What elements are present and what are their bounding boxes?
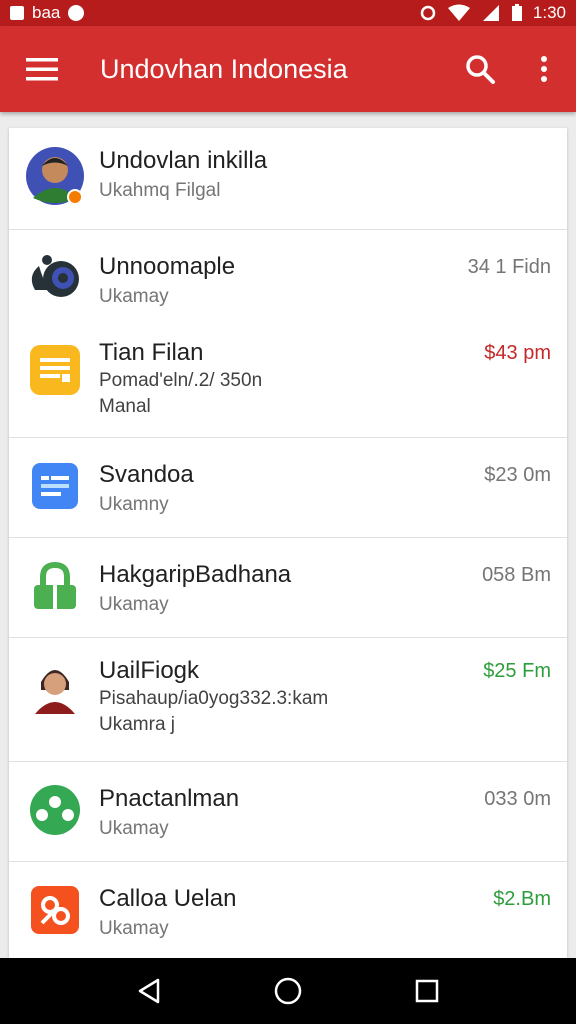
list-item-subtitle-2: Ukamra j [99, 714, 176, 735]
list-item[interactable]: Unnoomaple Ukamay 34 1 Fidn [9, 230, 567, 326]
list-item[interactable]: Calloa Uelan Ukamay $2.Bm [9, 862, 567, 958]
more-vert-icon [541, 56, 547, 82]
list-item-subtitle: Ukamay [99, 286, 169, 307]
home-button[interactable] [258, 961, 318, 1021]
search-icon [466, 55, 495, 84]
list-item-subtitle-2: Manal [99, 396, 151, 417]
image-notification-icon [10, 6, 24, 20]
recents-button[interactable] [397, 961, 457, 1021]
list-item-meta: 34 1 Fidn [467, 256, 551, 278]
list-item-subtitle: Ukamny [99, 494, 169, 515]
app-logo-icon [25, 246, 85, 306]
person-avatar-icon [25, 658, 85, 718]
battery-icon [511, 4, 522, 21]
status-bar: baa 1:30 [0, 0, 576, 26]
back-triangle-icon [139, 978, 160, 1004]
list-item-meta: $25 Fm [483, 660, 551, 682]
people-icon [25, 780, 85, 840]
wifi-icon [447, 4, 470, 21]
status-left-text: baa [32, 3, 61, 22]
list-item-subtitle: Ukamay [99, 594, 169, 615]
list-item[interactable]: Pnactanlman Ukamay 033 0m [9, 762, 567, 862]
list-item-subtitle: Pisahaup/ia0yog332.3:kam [99, 688, 329, 709]
recents-square-icon [415, 979, 438, 1003]
home-circle-icon [274, 977, 302, 1005]
list-item-title: Undovlan inkilla [99, 147, 268, 174]
list-item-meta: $43 pm [484, 342, 551, 364]
list-item-meta: 033 0m [484, 788, 551, 810]
item-list: Undovlan inkilla Ukahmq Filgal Unnoomapl… [9, 128, 567, 958]
list-item[interactable]: Undovlan inkilla Ukahmq Filgal [9, 128, 567, 230]
list-item-subtitle: Pomad'eln/.2/ 350n [99, 370, 263, 391]
menu-button[interactable] [0, 26, 84, 112]
back-button[interactable] [119, 961, 179, 1021]
overflow-menu-button[interactable] [512, 26, 576, 112]
lock-icon [25, 556, 85, 616]
system-nav-bar [0, 958, 576, 1024]
page-title: Undovhan Indonesia [100, 53, 348, 84]
list-item[interactable]: Svandoa Ukamny $23 0m [9, 438, 567, 538]
status-time: 1:30 [532, 3, 566, 22]
sync-icon [420, 5, 436, 21]
list-item[interactable]: UailFiogk Pisahaup/ia0yog332.3:kam Ukamr… [9, 638, 567, 762]
search-button[interactable] [448, 26, 512, 112]
list-item-meta: $2.Bm [493, 888, 551, 910]
list-item[interactable]: Tian Filan Pomad'eln/.2/ 350n Manal $43 … [9, 326, 567, 438]
list-item-subtitle: Ukamay [99, 818, 169, 839]
signal-icon [482, 5, 499, 21]
notification-icon [68, 5, 85, 21]
list-item-subtitle: Ukamay [99, 918, 169, 939]
app-bar: Undovhan Indonesia [0, 26, 576, 112]
share-icon [25, 880, 85, 940]
list-item-meta: 058 Bm [482, 564, 551, 586]
user-avatar-icon [25, 146, 85, 206]
list-item-subtitle: Ukahmq Filgal [99, 180, 221, 201]
document-icon [25, 340, 85, 400]
hamburger-menu-icon [26, 58, 58, 81]
list-item-meta: $23 0m [484, 464, 551, 486]
list-item[interactable]: HakgaripBadhana Ukamay 058 Bm [9, 538, 567, 638]
calendar-icon [25, 456, 85, 516]
